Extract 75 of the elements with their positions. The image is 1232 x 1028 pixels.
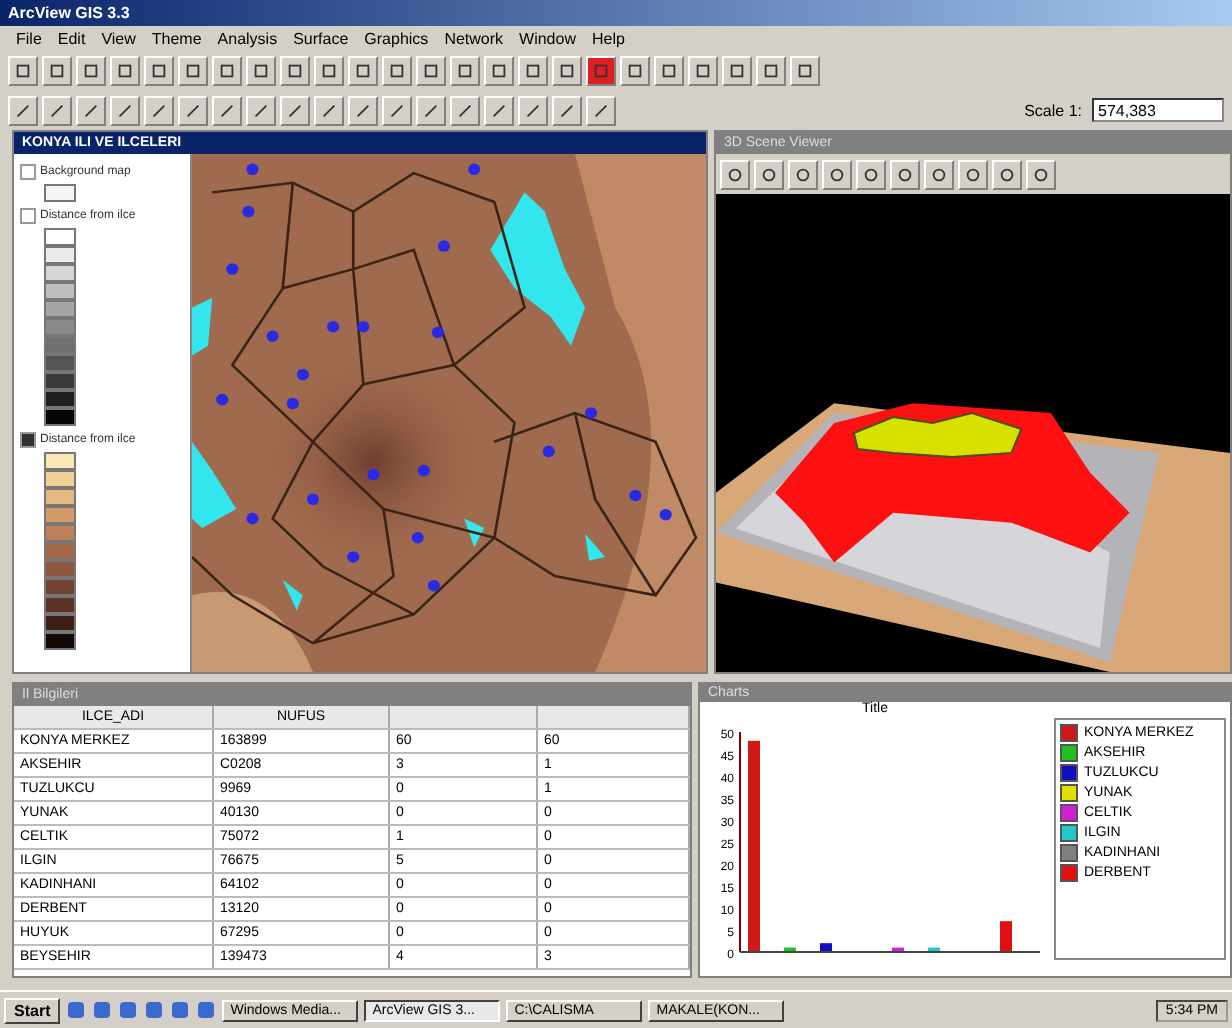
toolbar-button[interactable] [178, 55, 208, 85]
toolbar-button[interactable] [484, 95, 514, 125]
toolbar-button[interactable] [212, 55, 242, 85]
menu-item[interactable]: Surface [285, 29, 357, 47]
toolbar-button[interactable] [722, 55, 752, 85]
quick-launch-icon[interactable] [196, 1000, 217, 1020]
menu-item[interactable]: Theme [143, 29, 210, 47]
toolbar-button[interactable] [518, 55, 548, 85]
toolbar-button[interactable] [890, 159, 920, 189]
toolbar-button[interactable] [484, 55, 514, 85]
scale-field[interactable]: 574,383 [1092, 98, 1224, 122]
menu-item[interactable]: Help [583, 29, 633, 47]
toolbar-button[interactable] [42, 55, 72, 85]
toolbar-button[interactable] [552, 95, 582, 125]
toolbar-button[interactable] [212, 95, 242, 125]
toolbar-button[interactable] [8, 55, 38, 85]
toolbar-button[interactable] [756, 55, 786, 85]
toolbar-button[interactable] [348, 95, 378, 125]
quick-launch-icon[interactable] [144, 1000, 165, 1020]
toolbar-button[interactable] [280, 95, 310, 125]
toolbar-button[interactable] [8, 95, 38, 125]
menu-item[interactable]: File [8, 29, 50, 47]
menu-item[interactable]: Edit [49, 29, 94, 47]
toolbar-button[interactable] [518, 95, 548, 125]
toolbar-button[interactable] [1026, 159, 1056, 189]
toolbar-button[interactable] [110, 95, 140, 125]
toolbar-button[interactable] [856, 159, 886, 189]
toolbar-button[interactable] [450, 55, 480, 85]
menu-item[interactable]: View [93, 29, 144, 47]
quick-launch-icon[interactable] [170, 1000, 191, 1020]
theme-checkbox[interactable] [20, 432, 36, 448]
menu-item[interactable]: Graphics [356, 29, 437, 47]
toolbar-button[interactable] [720, 159, 750, 189]
toolbar-button[interactable] [822, 159, 852, 189]
toolbar-button[interactable] [246, 95, 276, 125]
theme-checkbox[interactable] [20, 208, 36, 224]
menu-item[interactable]: Window [511, 29, 584, 47]
toolbar-button[interactable] [586, 95, 616, 125]
menu-item[interactable]: Network [436, 29, 512, 47]
toolbar-button[interactable] [688, 55, 718, 85]
toolbar-button[interactable] [450, 95, 480, 125]
toolbar-button[interactable] [654, 55, 684, 85]
toolbar-button[interactable] [348, 55, 378, 85]
start-button[interactable]: Start [4, 997, 61, 1023]
toolbar-button[interactable] [620, 55, 650, 85]
toolbar-button[interactable] [144, 55, 174, 85]
toolbar-button[interactable] [754, 159, 784, 189]
toolbar-button[interactable] [788, 159, 818, 189]
toolbar-button[interactable] [144, 95, 174, 125]
toolbar-button[interactable] [246, 55, 276, 85]
toolbar-button[interactable] [314, 55, 344, 85]
toolbar-button[interactable] [416, 95, 446, 125]
toolbar-button[interactable] [958, 159, 988, 189]
quick-launch-icon[interactable] [118, 1000, 139, 1020]
toolbar-button[interactable] [992, 159, 1022, 189]
quick-launch-icon[interactable] [92, 1000, 113, 1020]
window-title: ArcView GIS 3.3 [8, 4, 130, 22]
toolbar-button[interactable] [42, 95, 72, 125]
toolbar-button[interactable] [110, 55, 140, 85]
toolbar-button[interactable] [280, 55, 310, 85]
toolbar-button[interactable] [76, 55, 106, 85]
toolbar-button[interactable] [76, 95, 106, 125]
toolbar-button[interactable] [382, 55, 412, 85]
toolbar-button[interactable] [178, 95, 208, 125]
toolbar-button[interactable] [790, 55, 820, 85]
theme-checkbox[interactable] [20, 164, 36, 180]
toolbar-button[interactable] [924, 159, 954, 189]
toolbar-button[interactable] [586, 55, 616, 85]
toolbar-button[interactable] [314, 95, 344, 125]
quick-launch-icon[interactable] [66, 1000, 87, 1020]
scale-label: Scale 1: [1024, 101, 1082, 119]
toolbar-button[interactable] [552, 55, 582, 85]
toolbar-button[interactable] [382, 95, 412, 125]
menu-item[interactable]: Analysis [209, 29, 286, 47]
toolbar-button[interactable] [416, 55, 446, 85]
